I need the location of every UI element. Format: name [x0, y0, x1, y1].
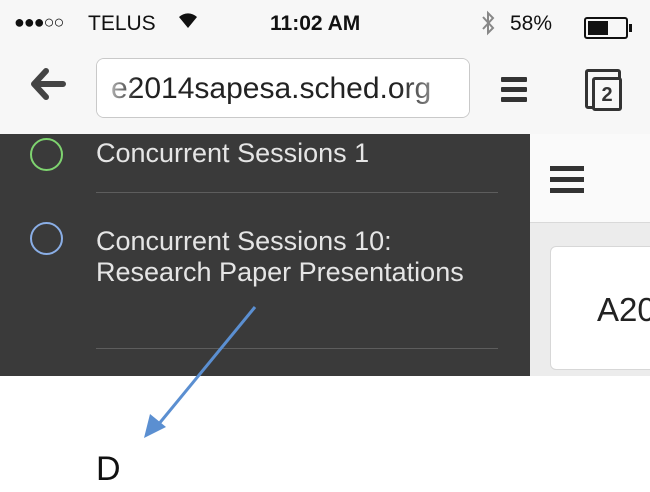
carrier-name: TELUS [88, 12, 156, 35]
tab-count: 2 [592, 77, 622, 111]
tabs-button[interactable]: 2 [585, 69, 623, 111]
wifi-icon [176, 8, 200, 36]
status-bar: ●●●○○ TELUS 11:02 AM 58% [0, 0, 650, 50]
arrow-head-icon [144, 414, 166, 438]
sidebar-item-session-10[interactable]: Concurrent Sessions 10: Research Paper P… [0, 218, 530, 348]
back-arrow-icon[interactable] [30, 68, 66, 107]
sidebar-item-next[interactable] [0, 370, 530, 376]
divider [96, 192, 498, 193]
content-panel: A20 [530, 134, 650, 376]
status-time: 11:02 AM [270, 12, 361, 35]
sidebar-item-label: Concurrent Sessions 10: Research Paper P… [96, 226, 464, 287]
address-bar-area: e2014sapesa.sched.org 2 [0, 50, 650, 135]
sidebar-item-label: Concurrent Sessions 1 [96, 138, 370, 168]
battery-icon [584, 17, 632, 39]
divider [96, 348, 498, 349]
content-card[interactable]: A20 [550, 246, 650, 370]
hamburger-menu-icon[interactable] [550, 166, 584, 199]
content-header [530, 134, 650, 223]
battery-percent: 58% [510, 12, 553, 35]
annotation-letter: D [96, 450, 121, 488]
phone-screen: ●●●○○ TELUS 11:02 AM 58% e2014sapesa.sch… [0, 0, 650, 376]
menu-icon[interactable] [501, 77, 527, 107]
session-color-circle [30, 138, 63, 171]
session-sidebar: Concurrent Sessions 1 Concurrent Session… [0, 134, 530, 376]
battery-fill [588, 21, 608, 35]
url-text: e2014sapesa.sched.org [111, 72, 432, 105]
signal-strength: ●●●○○ [14, 12, 64, 32]
url-field[interactable]: e2014sapesa.sched.org [96, 58, 470, 118]
sidebar-item-session-1[interactable]: Concurrent Sessions 1 [0, 134, 530, 194]
bluetooth-icon [480, 10, 496, 42]
session-color-circle [30, 222, 63, 255]
card-text: A20 [597, 291, 650, 328]
